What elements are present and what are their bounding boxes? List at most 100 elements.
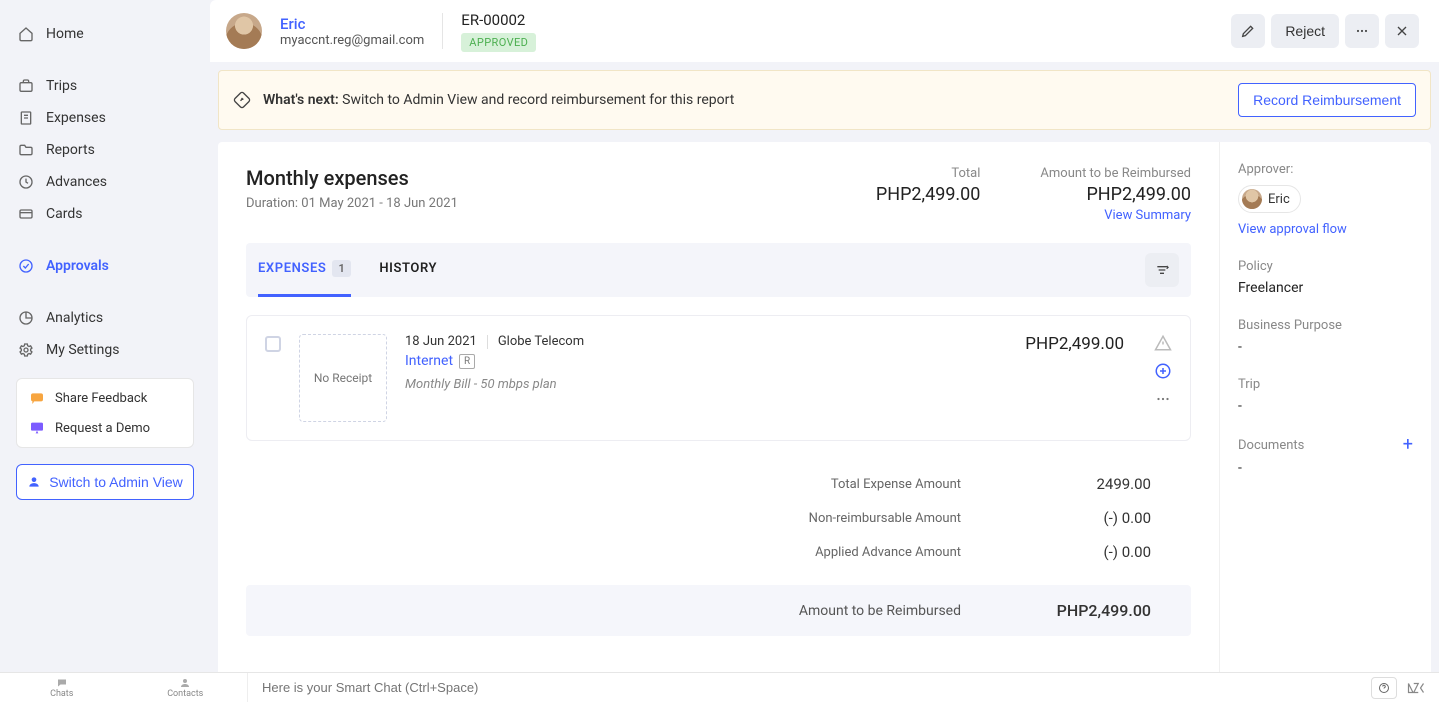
expense-item-row: No Receipt 18 Jun 2021 Globe Telecom Int…	[246, 315, 1191, 441]
sidebar-item-home[interactable]: Home	[8, 18, 202, 50]
zia-icon	[1407, 681, 1425, 695]
view-summary-link[interactable]: View Summary	[1104, 208, 1191, 223]
person-icon	[178, 677, 192, 689]
banner-body: Switch to Admin View and record reimburs…	[342, 92, 734, 108]
documents-value: -	[1238, 460, 1413, 476]
expense-description: Monthly Bill - 50 mbps plan	[405, 377, 1007, 392]
expense-merchant: Globe Telecom	[498, 334, 584, 349]
footer-bar: Chats Contacts	[0, 672, 1439, 702]
footer-tab-chats[interactable]: Chats	[0, 673, 124, 702]
tab-count-badge: 1	[332, 260, 351, 277]
total-label: Total	[951, 166, 980, 181]
close-icon	[1394, 23, 1410, 39]
pencil-icon	[1240, 23, 1256, 39]
sidebar-item-analytics[interactable]: Analytics	[8, 302, 202, 334]
smart-chat-input[interactable]	[262, 680, 1347, 695]
request-demo-label: Request a Demo	[55, 421, 150, 436]
total-value: PHP2,499.00	[876, 184, 981, 205]
sidebar-item-label: Expenses	[46, 110, 106, 126]
report-side-panel: Approver: Eric View approval flow Policy…	[1219, 142, 1431, 672]
switch-admin-view-label: Switch to Admin View	[49, 474, 183, 490]
reimb-bar-value: PHP2,499.00	[1021, 601, 1151, 620]
sidebar-item-label: Reports	[46, 142, 95, 158]
approver-name: Eric	[1268, 192, 1290, 207]
reject-button[interactable]: Reject	[1271, 14, 1339, 48]
feedback-box: Share Feedback Request a Demo	[16, 378, 194, 448]
approver-label: Approver:	[1238, 162, 1413, 177]
non-reimb-value: (-) 0.00	[1021, 509, 1151, 527]
total-expense-value: 2499.00	[1021, 475, 1151, 493]
footer-tab-label: Chats	[50, 689, 73, 699]
folder-icon	[18, 142, 34, 158]
user-icon	[27, 475, 41, 489]
expense-date: 18 Jun 2021	[405, 334, 477, 349]
non-reimb-label: Non-reimbursable Amount	[591, 511, 961, 526]
more-button[interactable]	[1345, 14, 1379, 48]
sidebar-item-label: Approvals	[46, 258, 109, 274]
help-button[interactable]	[1371, 677, 1397, 699]
chat-bubble-icon	[55, 677, 69, 689]
reimbursable-badge: R	[459, 354, 475, 369]
share-feedback-label: Share Feedback	[55, 391, 147, 406]
view-approval-flow-link[interactable]: View approval flow	[1238, 222, 1347, 237]
biz-purpose-label: Business Purpose	[1238, 318, 1413, 333]
report-header: Eric myaccnt.reg@gmail.com ER-00002 APPR…	[210, 0, 1439, 62]
sidebar-item-label: My Settings	[46, 342, 119, 358]
zia-button[interactable]	[1403, 677, 1429, 699]
report-id: ER-00002	[461, 11, 536, 29]
user-name-link[interactable]: Eric	[280, 15, 424, 33]
total-expense-label: Total Expense Amount	[591, 477, 961, 492]
help-icon	[1378, 682, 1390, 694]
sidebar-item-cards[interactable]: Cards	[8, 198, 202, 230]
clock-icon	[18, 174, 34, 190]
expense-category-link[interactable]: Internet	[405, 353, 453, 369]
record-reimbursement-button[interactable]: Record Reimbursement	[1238, 83, 1416, 117]
gear-icon	[18, 342, 34, 358]
close-button[interactable]	[1385, 14, 1419, 48]
banner-title: What's next:	[263, 92, 339, 108]
presentation-icon	[29, 420, 45, 436]
switch-admin-view-button[interactable]: Switch to Admin View	[16, 464, 194, 500]
sidebar-item-reports[interactable]: Reports	[8, 134, 202, 166]
sidebar-item-advances[interactable]: Advances	[8, 166, 202, 198]
sidebar-item-label: Analytics	[46, 310, 103, 326]
edit-button[interactable]	[1231, 14, 1265, 48]
receipt-icon	[18, 110, 34, 126]
sidebar-item-label: Trips	[46, 78, 77, 94]
add-circle-icon[interactable]	[1154, 362, 1172, 380]
totals-section: Total Expense Amount 2499.00 Non-reimbur…	[551, 467, 1191, 569]
tab-history[interactable]: HISTORY	[379, 243, 437, 297]
dots-horizontal-icon	[1354, 23, 1370, 39]
warning-icon[interactable]	[1154, 334, 1172, 352]
report-duration: Duration: 01 May 2021 - 18 Jun 2021	[246, 196, 458, 211]
status-badge: APPROVED	[461, 33, 536, 52]
sidebar-item-expenses[interactable]: Expenses	[8, 102, 202, 134]
receipt-thumbnail[interactable]: No Receipt	[299, 334, 387, 422]
footer-tab-contacts[interactable]: Contacts	[124, 673, 248, 702]
checkbox[interactable]	[265, 336, 281, 352]
check-circle-icon	[18, 258, 34, 274]
request-demo-item[interactable]: Request a Demo	[17, 413, 193, 443]
sidebar-item-trips[interactable]: Trips	[8, 70, 202, 102]
whats-next-banner: What's next: Switch to Admin View and re…	[218, 70, 1431, 130]
sidebar-item-approvals[interactable]: Approvals	[8, 250, 202, 282]
sidebar-item-my-settings[interactable]: My Settings	[8, 334, 202, 366]
sort-button[interactable]	[1145, 253, 1179, 287]
policy-value: Freelancer	[1238, 280, 1413, 296]
tab-label: EXPENSES	[258, 261, 326, 276]
page-title: Monthly expenses	[246, 166, 458, 190]
applied-adv-label: Applied Advance Amount	[591, 545, 961, 560]
card-icon	[18, 206, 34, 222]
sort-icon	[1154, 262, 1170, 278]
documents-label: Documents	[1238, 438, 1304, 453]
user-email: myaccnt.reg@gmail.com	[280, 33, 424, 48]
pie-chart-icon	[18, 310, 34, 326]
biz-purpose-value: -	[1238, 339, 1413, 355]
tab-expenses[interactable]: EXPENSES 1	[258, 243, 351, 297]
add-document-button[interactable]: +	[1403, 436, 1413, 454]
approver-pill[interactable]: Eric	[1238, 185, 1301, 213]
share-feedback-item[interactable]: Share Feedback	[17, 383, 193, 413]
reimb-value: PHP2,499.00	[1086, 184, 1191, 205]
dots-horizontal-icon[interactable]	[1154, 390, 1172, 408]
footer-tab-label: Contacts	[167, 689, 203, 699]
